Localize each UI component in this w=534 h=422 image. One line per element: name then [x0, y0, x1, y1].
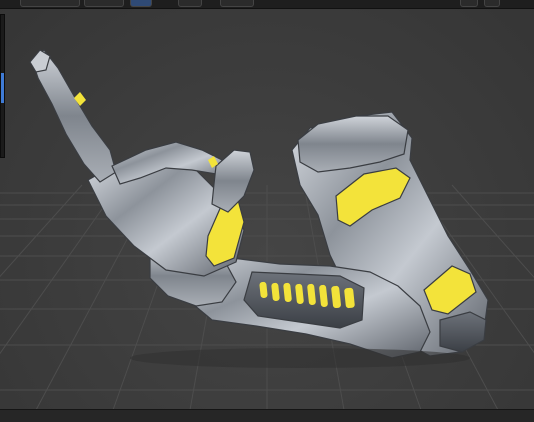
- scene-svg: [0, 49, 534, 411]
- active-tool-indicator: [1, 73, 4, 103]
- toolbar-button-6[interactable]: [460, 0, 478, 7]
- robotic-arm[interactable]: [29, 49, 489, 359]
- toolbar-button-5[interactable]: [220, 0, 254, 7]
- left-tool-panel[interactable]: [0, 14, 5, 158]
- top-toolbar: [0, 0, 534, 9]
- 3d-viewport[interactable]: [0, 0, 534, 422]
- ground-shadow: [130, 348, 470, 368]
- toolbar-button-1[interactable]: [20, 0, 80, 7]
- bottom-status-bar: [0, 409, 534, 422]
- toolbar-button-7[interactable]: [484, 0, 500, 7]
- toolbar-button-4[interactable]: [178, 0, 202, 7]
- elbow-joint: [439, 311, 487, 353]
- toolbar-button-3[interactable]: [130, 0, 152, 7]
- toolbar-button-2[interactable]: [84, 0, 124, 7]
